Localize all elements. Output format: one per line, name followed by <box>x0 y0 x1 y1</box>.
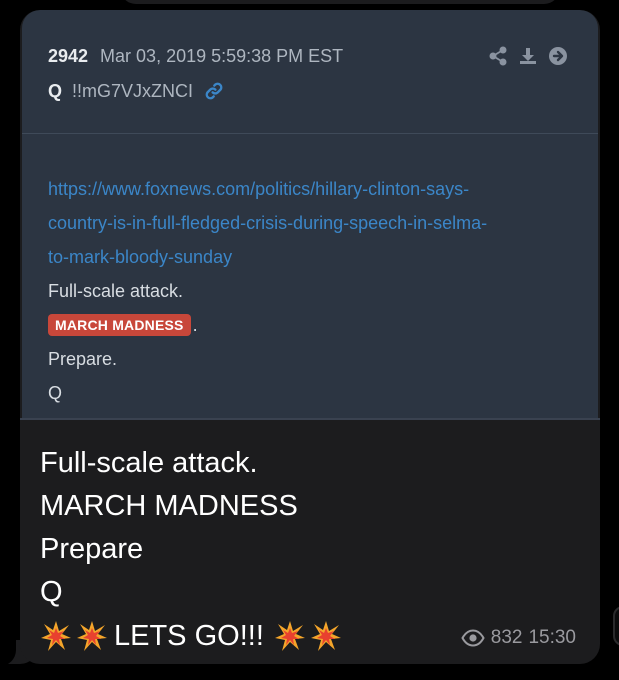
tag-period: . <box>192 314 198 335</box>
tag-line: MARCH MADNESS . <box>48 308 578 342</box>
forward-icon[interactable] <box>548 46 568 66</box>
collision-emoji-icon <box>40 620 72 652</box>
post-line-attack: Full-scale attack. <box>48 281 184 301</box>
message-meta: 832 15:30 <box>461 626 576 650</box>
card-divider <box>20 418 600 420</box>
post-meta: 2942 Mar 03, 2019 5:59:38 PM EST <box>48 46 343 67</box>
download-icon[interactable] <box>518 46 538 66</box>
post-link-line-1[interactable]: https://www.foxnews.com/politics/hillary… <box>48 172 578 206</box>
caption-lets-go: LETS GO!!! <box>114 619 264 652</box>
collision-emoji-icon <box>76 620 108 652</box>
post-line-signature: Q <box>48 383 63 403</box>
post-line-prepare: Prepare. <box>48 349 118 369</box>
side-button[interactable] <box>613 606 619 646</box>
post-actions <box>488 46 568 66</box>
post-body: https://www.foxnews.com/politics/hillary… <box>48 172 578 410</box>
collision-emoji-icon <box>274 620 306 652</box>
eye-icon <box>461 629 485 647</box>
message-time: 15:30 <box>528 627 576 648</box>
link-icon[interactable] <box>203 80 225 102</box>
author-name: Q <box>48 80 63 101</box>
caption-line-4: Q <box>40 576 63 608</box>
message-bubble[interactable]: 2942 Mar 03, 2019 5:59:38 PM EST Q !!mG7… <box>20 10 600 664</box>
post-number: 2942 <box>48 46 89 66</box>
caption-line-3: Prepare <box>40 533 144 565</box>
post-author: Q !!mG7VJxZNCI <box>48 80 225 102</box>
share-icon[interactable] <box>488 46 508 66</box>
post-header: 2942 Mar 03, 2019 5:59:38 PM EST Q !!mG7… <box>22 10 598 134</box>
march-madness-tag: MARCH MADNESS <box>48 314 191 336</box>
caption-line-1: Full-scale attack. <box>40 447 258 479</box>
collision-emoji-icon <box>310 620 342 652</box>
embedded-post-card: 2942 Mar 03, 2019 5:59:38 PM EST Q !!mG7… <box>22 10 598 420</box>
post-link-line-2[interactable]: country-is-in-full-fledged-crisis-during… <box>48 206 578 240</box>
tripcode: !!mG7VJxZNCI <box>72 80 194 101</box>
view-count: 832 <box>490 627 523 648</box>
caption-line-2: MARCH MADNESS <box>40 490 298 522</box>
previous-message-bubble <box>120 0 560 4</box>
post-link-line-3[interactable]: to-mark-bloody-sunday <box>48 240 578 274</box>
post-date: Mar 03, 2019 5:59:38 PM EST <box>100 46 344 66</box>
